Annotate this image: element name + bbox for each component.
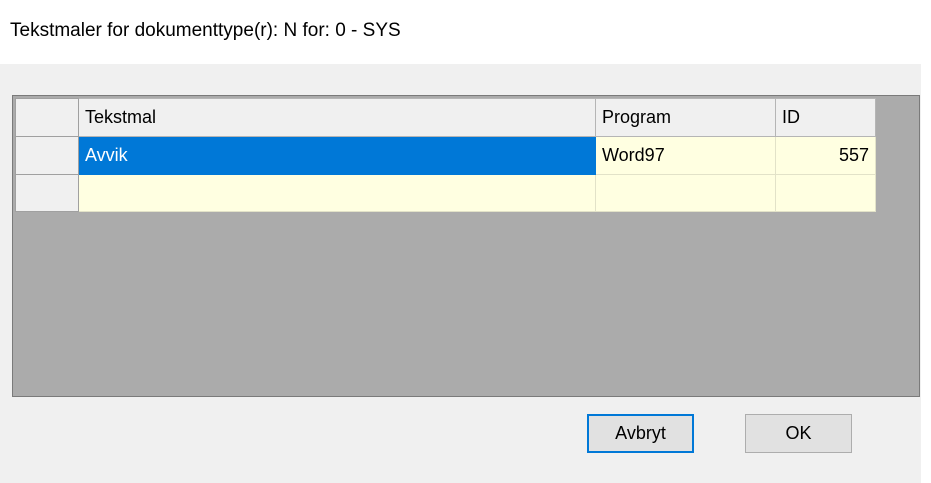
template-grid[interactable]: Tekstmal Program ID Avvik Word97 557	[12, 95, 920, 397]
cell-id[interactable]: 557	[775, 136, 876, 175]
cell-program[interactable]: Word97	[595, 136, 776, 175]
column-header-tekstmal[interactable]: Tekstmal	[78, 98, 596, 137]
title-bar: Tekstmaler for dokumenttype(r): N for: 0…	[0, 0, 931, 64]
column-header-id[interactable]: ID	[775, 98, 876, 137]
table-row-new[interactable]	[15, 174, 876, 212]
cell-tekstmal[interactable]	[78, 174, 596, 212]
row-header[interactable]	[15, 136, 79, 175]
ok-button[interactable]: OK	[745, 414, 852, 453]
cell-program[interactable]	[595, 174, 776, 212]
window-edge	[921, 0, 931, 483]
header-row: Tekstmal Program ID	[15, 98, 876, 137]
column-header-program[interactable]: Program	[595, 98, 776, 137]
row-header[interactable]	[15, 174, 79, 212]
dialog-window: Tekstmaler for dokumenttype(r): N for: 0…	[0, 0, 931, 483]
cell-id[interactable]	[775, 174, 876, 212]
table-row[interactable]: Avvik Word97 557	[15, 136, 876, 175]
corner-header[interactable]	[15, 98, 79, 137]
window-title: Tekstmaler for dokumenttype(r): N for: 0…	[10, 20, 401, 41]
cell-tekstmal[interactable]: Avvik	[78, 136, 596, 175]
cancel-button[interactable]: Avbryt	[587, 414, 694, 453]
template-table: Tekstmal Program ID Avvik Word97 557	[15, 98, 876, 212]
